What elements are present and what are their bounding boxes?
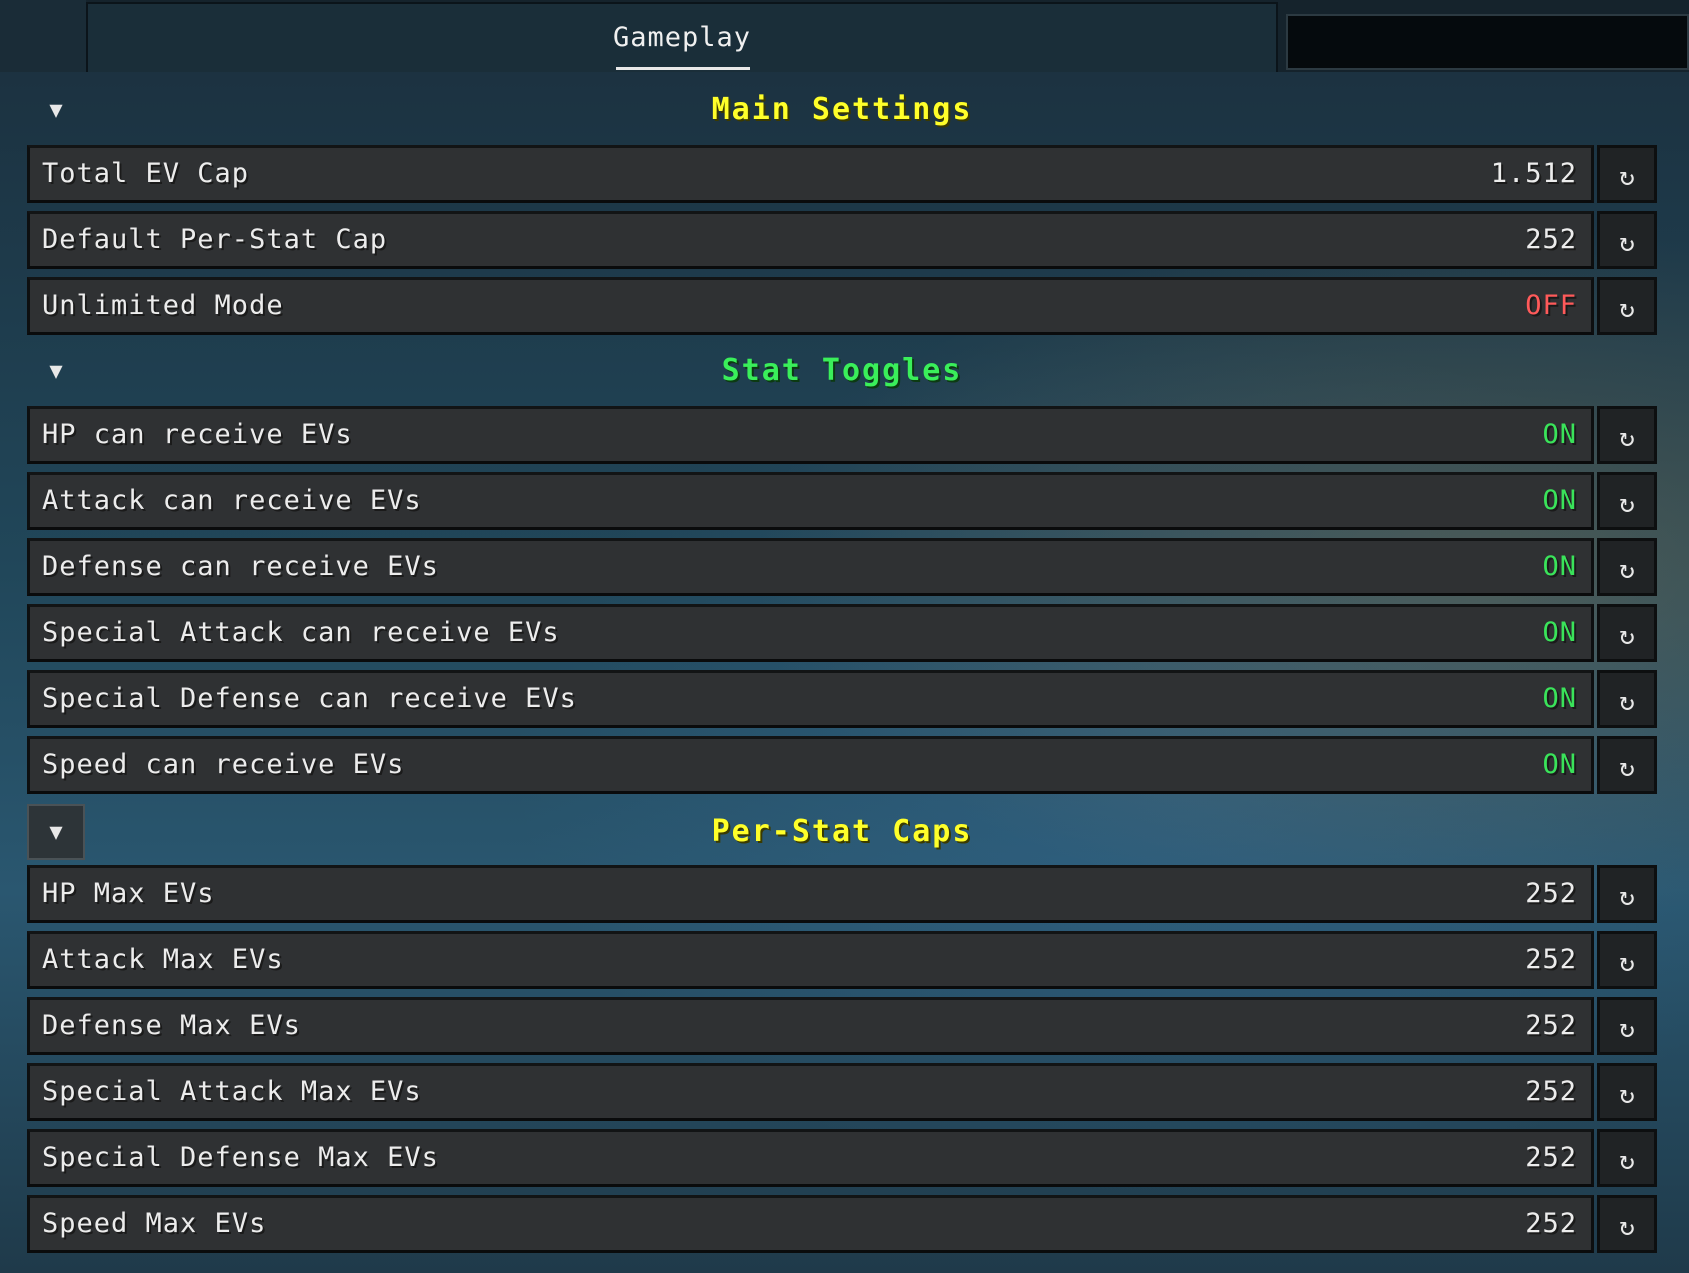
setting-label: Default Per-Stat Cap <box>42 224 388 255</box>
setting-row: Default Per-Stat Cap 252 ↻ <box>27 211 1657 269</box>
setting-label: Special Defense can receive EVs <box>42 683 577 714</box>
setting-field[interactable]: Special Defense Max EVs 252 <box>27 1129 1594 1187</box>
reset-icon[interactable]: ↻ <box>1597 538 1657 596</box>
setting-label: Special Attack can receive EVs <box>42 617 560 648</box>
tab-gameplay-label: Gameplay <box>612 22 752 53</box>
setting-row: Special Attack Max EVs 252 ↻ <box>27 1063 1657 1121</box>
setting-label: Total EV Cap <box>42 158 250 189</box>
reset-icon[interactable]: ↻ <box>1597 1129 1657 1187</box>
toggle-value: ON <box>1542 485 1577 516</box>
setting-label: Speed can receive EVs <box>42 749 405 780</box>
setting-row: Special Attack can receive EVs ON ↻ <box>27 604 1657 662</box>
setting-row: Unlimited Mode OFF ↻ <box>27 277 1657 335</box>
toggle-field[interactable]: Speed can receive EVs ON <box>27 736 1594 794</box>
reset-icon[interactable]: ↻ <box>1597 1195 1657 1253</box>
setting-value: 252 <box>1525 1010 1577 1041</box>
setting-row: Special Defense can receive EVs ON ↻ <box>27 670 1657 728</box>
search-input[interactable] <box>1286 14 1689 70</box>
setting-label: Special Defense Max EVs <box>42 1142 439 1173</box>
setting-row: Special Defense Max EVs 252 ↻ <box>27 1129 1657 1187</box>
toggle-value: ON <box>1542 551 1577 582</box>
setting-label: Special Attack Max EVs <box>42 1076 422 1107</box>
section-header-per-stat-caps: ▼ Per-Stat Caps <box>27 804 1657 860</box>
setting-field[interactable]: Default Per-Stat Cap 252 <box>27 211 1594 269</box>
toggle-field[interactable]: Attack can receive EVs ON <box>27 472 1594 530</box>
reset-icon[interactable]: ↻ <box>1597 472 1657 530</box>
setting-row: Speed Max EVs 252 ↻ <box>27 1195 1657 1253</box>
reset-icon[interactable]: ↻ <box>1597 145 1657 203</box>
reset-icon[interactable]: ↻ <box>1597 670 1657 728</box>
setting-row: Attack can receive EVs ON ↻ <box>27 472 1657 530</box>
section-header-main-settings: ▼ Main Settings <box>27 82 1657 138</box>
toggle-field[interactable]: Special Defense can receive EVs ON <box>27 670 1594 728</box>
setting-field[interactable]: Defense Max EVs 252 <box>27 997 1594 1055</box>
section-title: Stat Toggles <box>721 353 963 388</box>
setting-label: Unlimited Mode <box>42 290 284 321</box>
reset-icon[interactable]: ↻ <box>1597 604 1657 662</box>
reset-icon[interactable]: ↻ <box>1597 865 1657 923</box>
setting-value: 252 <box>1525 1208 1577 1239</box>
toggle-value: ON <box>1542 617 1577 648</box>
setting-label: HP Max EVs <box>42 878 215 909</box>
setting-value: 252 <box>1525 878 1577 909</box>
section-title: Main Settings <box>711 92 973 127</box>
setting-label: HP can receive EVs <box>42 419 353 450</box>
reset-icon[interactable]: ↻ <box>1597 1063 1657 1121</box>
tab-bar: Gameplay <box>0 0 1689 72</box>
setting-label: Attack can receive EVs <box>42 485 422 516</box>
toggle-value: ON <box>1542 683 1577 714</box>
setting-value: 252 <box>1525 944 1577 975</box>
toggle-field[interactable]: Unlimited Mode OFF <box>27 277 1594 335</box>
setting-label: Defense can receive EVs <box>42 551 439 582</box>
reset-icon[interactable]: ↻ <box>1597 931 1657 989</box>
setting-field[interactable]: Speed Max EVs 252 <box>27 1195 1594 1253</box>
setting-row: Total EV Cap 1.512 ↻ <box>27 145 1657 203</box>
tab-gameplay[interactable]: Gameplay <box>86 2 1278 72</box>
setting-value: 252 <box>1525 1076 1577 1107</box>
reset-icon[interactable]: ↻ <box>1597 997 1657 1055</box>
setting-label: Attack Max EVs <box>42 944 284 975</box>
setting-label: Defense Max EVs <box>42 1010 301 1041</box>
toggle-value: OFF <box>1525 290 1577 321</box>
section-header-stat-toggles: ▼ Stat Toggles <box>27 343 1657 399</box>
tab-bar-left-spacer <box>0 0 86 72</box>
section-title: Per-Stat Caps <box>711 814 973 849</box>
setting-field[interactable]: HP Max EVs 252 <box>27 865 1594 923</box>
setting-field[interactable]: Total EV Cap 1.512 <box>27 145 1594 203</box>
setting-field[interactable]: Attack Max EVs 252 <box>27 931 1594 989</box>
toggle-value: ON <box>1542 749 1577 780</box>
active-tab-indicator <box>616 67 750 70</box>
toggle-field[interactable]: Defense can receive EVs ON <box>27 538 1594 596</box>
setting-row: Speed can receive EVs ON ↻ <box>27 736 1657 794</box>
toggle-field[interactable]: HP can receive EVs ON <box>27 406 1594 464</box>
setting-row: Attack Max EVs 252 ↻ <box>27 931 1657 989</box>
setting-field[interactable]: Special Attack Max EVs 252 <box>27 1063 1594 1121</box>
setting-row: HP Max EVs 252 ↻ <box>27 865 1657 923</box>
reset-icon[interactable]: ↻ <box>1597 211 1657 269</box>
reset-icon[interactable]: ↻ <box>1597 277 1657 335</box>
setting-row: Defense Max EVs 252 ↻ <box>27 997 1657 1055</box>
setting-row: HP can receive EVs ON ↻ <box>27 406 1657 464</box>
setting-value: 1.512 <box>1490 158 1577 189</box>
toggle-field[interactable]: Special Attack can receive EVs ON <box>27 604 1594 662</box>
reset-icon[interactable]: ↻ <box>1597 736 1657 794</box>
toggle-value: ON <box>1542 419 1577 450</box>
setting-label: Speed Max EVs <box>42 1208 267 1239</box>
reset-icon[interactable]: ↻ <box>1597 406 1657 464</box>
setting-value: 252 <box>1525 224 1577 255</box>
setting-row: Defense can receive EVs ON ↻ <box>27 538 1657 596</box>
setting-value: 252 <box>1525 1142 1577 1173</box>
